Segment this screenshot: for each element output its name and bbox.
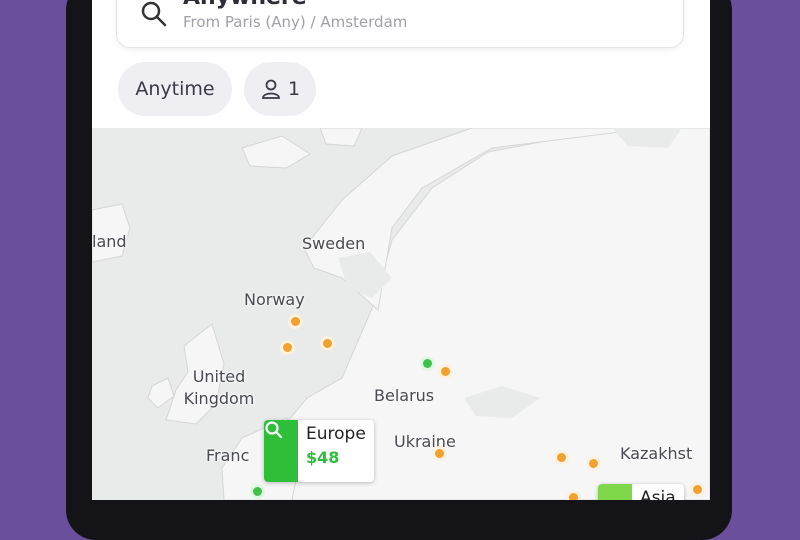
search-icon — [141, 1, 167, 27]
app-screen: Anywhere From Paris (Any) / Amsterdam An… — [92, 0, 710, 500]
destination-dot[interactable] — [554, 450, 569, 465]
region-pin-europe[interactable]: Europe $48 — [264, 420, 374, 482]
region-price: $48 — [306, 448, 340, 467]
map-label-sweden: Sweden — [302, 234, 366, 253]
search-box[interactable]: Anywhere From Paris (Any) / Amsterdam — [116, 0, 684, 48]
map-label-iceland: land — [92, 232, 127, 251]
destination-dot[interactable] — [690, 482, 705, 497]
date-filter-label: Anytime — [135, 78, 215, 100]
region-name: Asia — [640, 488, 676, 500]
map-label-france: Franc — [206, 446, 250, 465]
destination-dot[interactable] — [432, 446, 447, 461]
passengers-chip[interactable]: 1 — [244, 62, 316, 116]
map-label-norway: Norway — [244, 290, 305, 309]
passengers-count: 1 — [287, 78, 301, 100]
destination-dot[interactable] — [566, 490, 581, 500]
region-name: Europe — [306, 424, 366, 444]
destination-dot[interactable] — [586, 456, 601, 471]
destination-dot[interactable] — [420, 356, 435, 371]
destination-dot[interactable] — [438, 364, 453, 379]
map-label-uk: United Kingdom — [183, 367, 255, 408]
pin-search-icon — [264, 420, 298, 482]
destination-dot[interactable] — [250, 484, 265, 499]
date-filter-chip[interactable]: Anytime — [118, 62, 232, 116]
map-label-kazakhstan: Kazakhst — [620, 444, 693, 463]
destination-dot[interactable] — [320, 336, 335, 351]
person-icon — [262, 79, 280, 99]
map-label-belarus: Belarus — [374, 386, 435, 405]
map-label-ukraine: Ukraine — [394, 432, 456, 451]
search-subtitle: From Paris (Any) / Amsterdam — [183, 13, 408, 31]
region-pin-asia[interactable]: Asia — [598, 484, 684, 500]
destination-map[interactable]: land Sweden Norway United Kingdom Belaru… — [92, 128, 710, 500]
destination-dot[interactable] — [288, 314, 303, 329]
search-title: Anywhere — [183, 0, 307, 10]
destination-dot[interactable] — [280, 340, 295, 355]
pin-search-icon — [598, 484, 632, 500]
